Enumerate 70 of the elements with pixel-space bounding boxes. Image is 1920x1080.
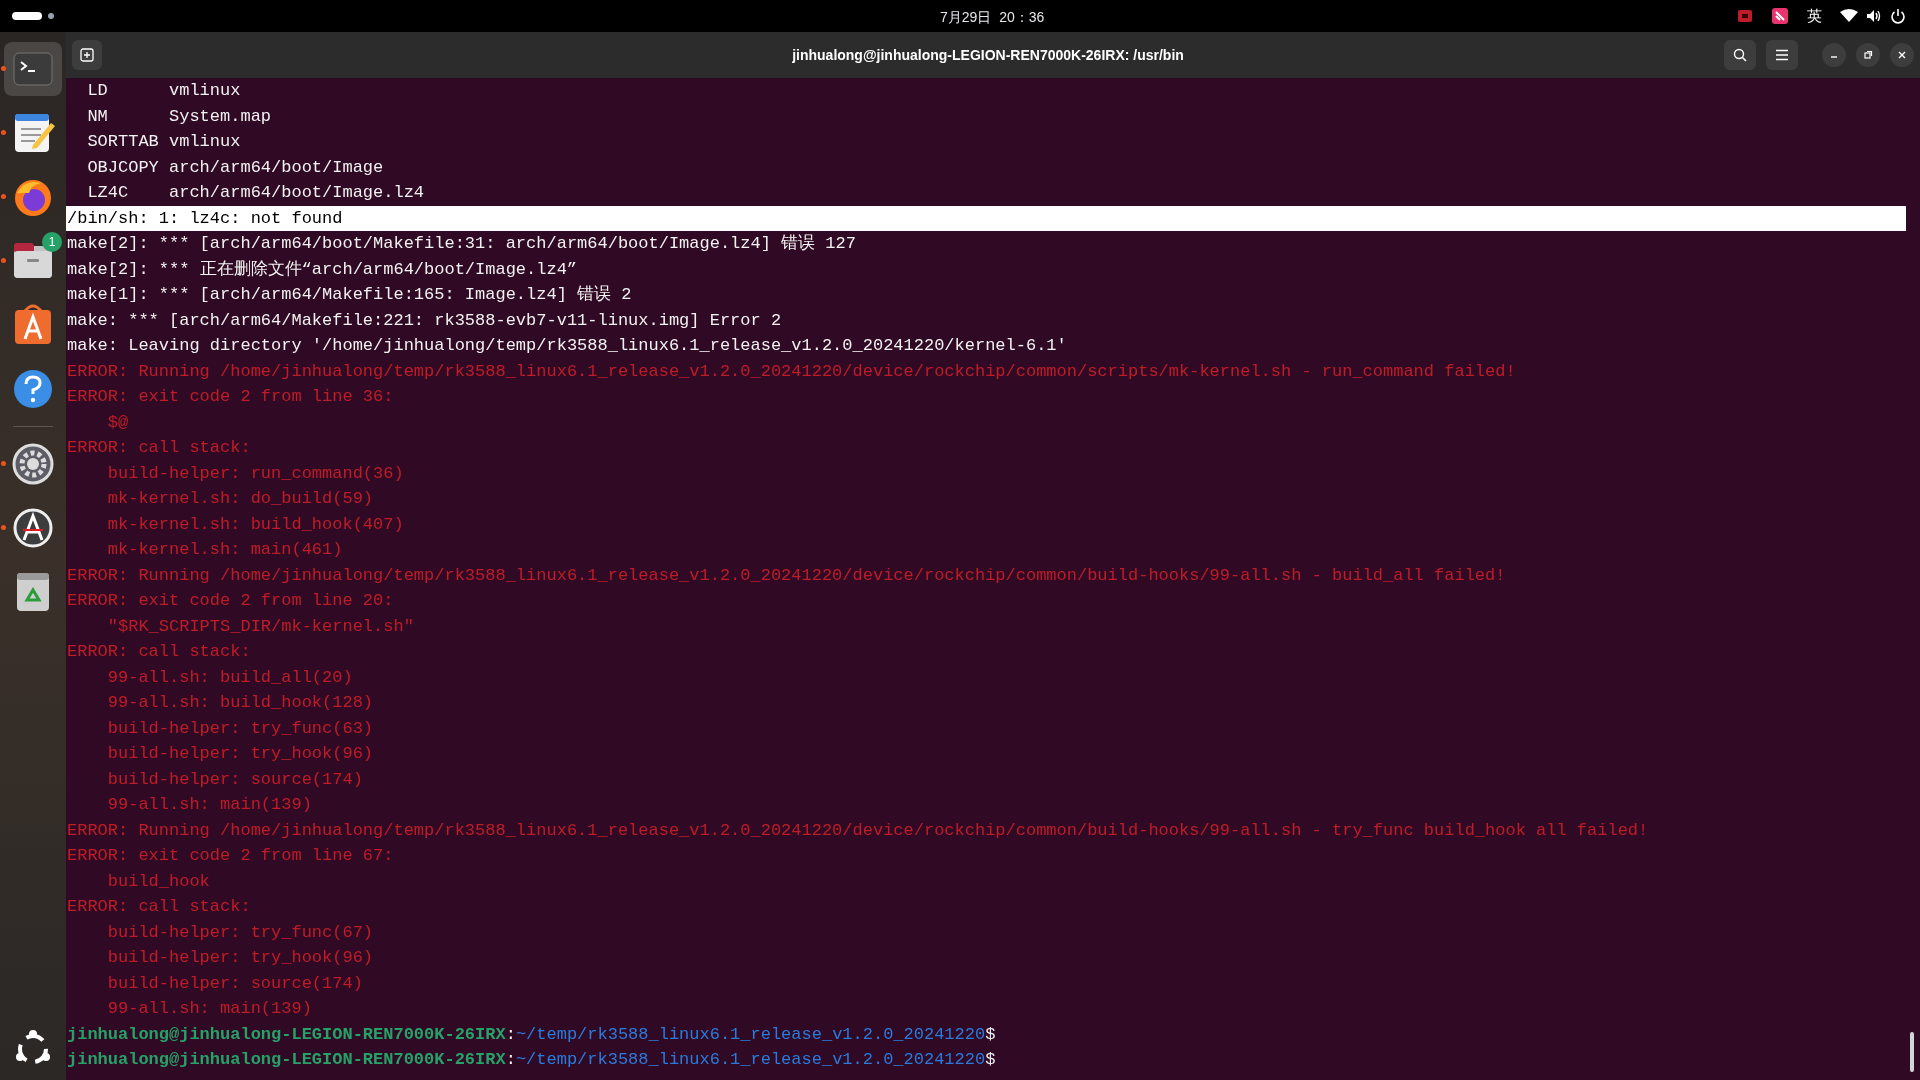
minimize-button[interactable]: [1822, 43, 1846, 67]
error-line: build-helper: run_command(36): [106, 462, 405, 485]
error-line: ERROR: Running /home/jinhualong/temp/rk3588_linux6.1_release_v1.2.0_20241220/device/rockchip/common/scripts/mk-kernel.sh - run_command failed!: [66, 360, 1517, 383]
error-line: ERROR: call stack:: [66, 641, 252, 663]
error-line: ERROR: exit code 2 from line 20:: [66, 590, 395, 612]
error-line: build-helper: try_hook(96): [106, 743, 375, 765]
prompt-symbol: $: [985, 1024, 996, 1044]
search-icon: [1733, 48, 1747, 62]
output-line: LZ4C arch/arm64/boot/Image.lz4: [86, 182, 426, 204]
error-line: $@: [106, 411, 130, 434]
menu-button[interactable]: [1766, 40, 1798, 70]
gear-icon[interactable]: [11, 442, 55, 486]
maximize-button[interactable]: [1856, 43, 1880, 67]
error-line: build-helper: try_func(67): [106, 921, 375, 944]
app-indicator-icon[interactable]: [1771, 7, 1789, 25]
plus-tab-icon: [80, 48, 94, 62]
error-line: 99-all.sh: main(139): [106, 794, 313, 816]
error-line: ERROR: Running /home/jinhualong/temp/rk3588_linux6.1_release_v1.2.0_20241220/device/rockchip/common/build-hooks/99-all.sh - try_func build_hook all failed!: [66, 819, 1650, 842]
output-line: make[2]: *** 正在删除文件“arch/arm64/boot/Image.lz4”: [66, 258, 579, 281]
new-tab-button[interactable]: [72, 40, 102, 70]
workspace-indicator[interactable]: [48, 13, 54, 19]
prompt-path: ~/temp/rk3588_linux6.1_release_v1.2.0_20241220: [515, 1050, 986, 1069]
error-line: mk-kernel.sh: build_hook(407): [106, 513, 405, 536]
output-line: make[1]: *** [arch/arm64/Makefile:165: Image.lz4] 错误 2: [66, 284, 633, 306]
error-line: mk-kernel.sh: do_build(59): [106, 488, 375, 510]
close-icon: [1897, 50, 1907, 60]
error-line: mk-kernel.sh: main(461): [106, 539, 344, 561]
prompt-separator: :: [505, 1024, 516, 1044]
prompt-user: jinhualong@jinhualong-LEGION-REN7000K-26IRX: [67, 1024, 506, 1044]
output-line: make: Leaving directory '/home/jinhualong/temp/rk3588_linux6.1_release_v1.2.0_20241220/kernel-6.1': [66, 335, 1068, 357]
close-button[interactable]: [1890, 43, 1914, 67]
error-line: build-helper: source(174): [106, 972, 364, 995]
wifi-icon[interactable]: [1840, 9, 1858, 23]
output-line: LD vmlinux: [86, 80, 242, 102]
output-line: SORTTAB vmlinux: [86, 131, 242, 153]
error-line: ERROR: exit code 2 from line 36:: [66, 386, 395, 408]
output-line: make: *** [arch/arm64/Makefile:221: rk3588-evb7-v11-linux.img] Error 2: [66, 309, 783, 332]
letter-a-circle-icon[interactable]: [11, 506, 55, 550]
volume-icon[interactable]: [1866, 9, 1882, 23]
terminal-output[interactable]: [66, 78, 1920, 1080]
error-line: 99-all.sh: build_all(20): [106, 666, 354, 689]
output-line: NM System.map: [86, 105, 273, 128]
power-icon[interactable]: [1890, 8, 1906, 24]
question-mark-icon[interactable]: [11, 367, 55, 411]
search-button[interactable]: [1724, 40, 1756, 70]
error-line: build-helper: try_func(63): [106, 717, 375, 740]
error-line: ERROR: exit code 2 from line 67:: [66, 845, 395, 867]
prompt-user: jinhualong@jinhualong-LEGION-REN7000K-26IRX: [67, 1050, 506, 1069]
clock[interactable]: 7月29日 20：36: [940, 7, 1045, 28]
notification-badge: 1: [42, 232, 62, 252]
restore-icon: [1863, 50, 1873, 60]
error-line: 99-all.sh: build_hook(128): [106, 692, 375, 714]
error-line: "$RK_SCRIPTS_DIR/mk-kernel.sh": [106, 615, 415, 638]
input-method-indicator[interactable]: 英: [1807, 4, 1822, 28]
error-line: build_hook: [106, 870, 211, 893]
error-line: build-helper: try_hook(96): [106, 947, 375, 969]
prompt-path: ~/temp/rk3588_linux6.1_release_v1.2.0_20241220: [515, 1024, 986, 1044]
error-line: ERROR: call stack:: [66, 896, 252, 918]
error-line: 99-all.sh: main(139): [106, 998, 313, 1020]
error-line: ERROR: Running /home/jinhualong/temp/rk3588_linux6.1_release_v1.2.0_20241220/device/rockchip/common/build-hooks/99-all.sh - build_all failed!: [66, 564, 1507, 587]
window-title: jinhualong@jinhualong-LEGION-REN7000K-26IRX: /usr/bin: [791, 45, 1185, 65]
prompt-separator: :: [505, 1050, 516, 1069]
output-line: OBJCOPY arch/arm64/boot/Image: [86, 156, 385, 179]
error-line: ERROR: call stack:: [66, 437, 252, 459]
scrollbar[interactable]: [1910, 1032, 1914, 1072]
prompt-symbol: $: [985, 1050, 996, 1069]
output-line: make[2]: *** [arch/arm64/boot/Makefile:31: arch/arm64/boot/Image.lz4] 错误 127: [66, 233, 857, 255]
menu-icon: [1775, 49, 1789, 61]
error-line: build-helper: source(174): [106, 768, 364, 791]
workspace-indicator[interactable]: [12, 12, 42, 20]
